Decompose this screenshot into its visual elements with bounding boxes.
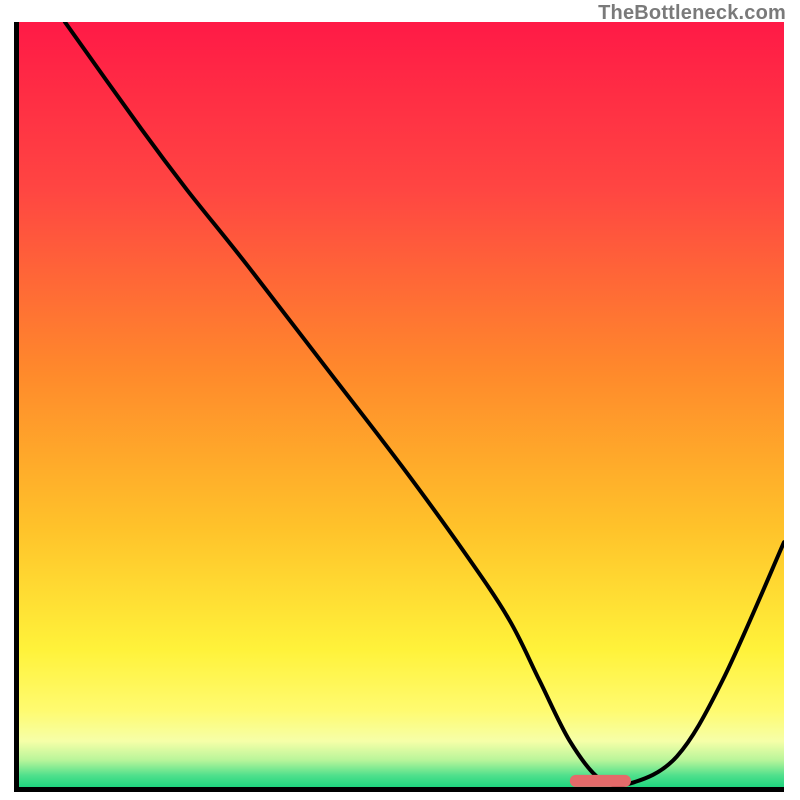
- optimum-marker: [19, 22, 784, 787]
- plot-area: [19, 22, 784, 787]
- chart-frame: [14, 22, 784, 792]
